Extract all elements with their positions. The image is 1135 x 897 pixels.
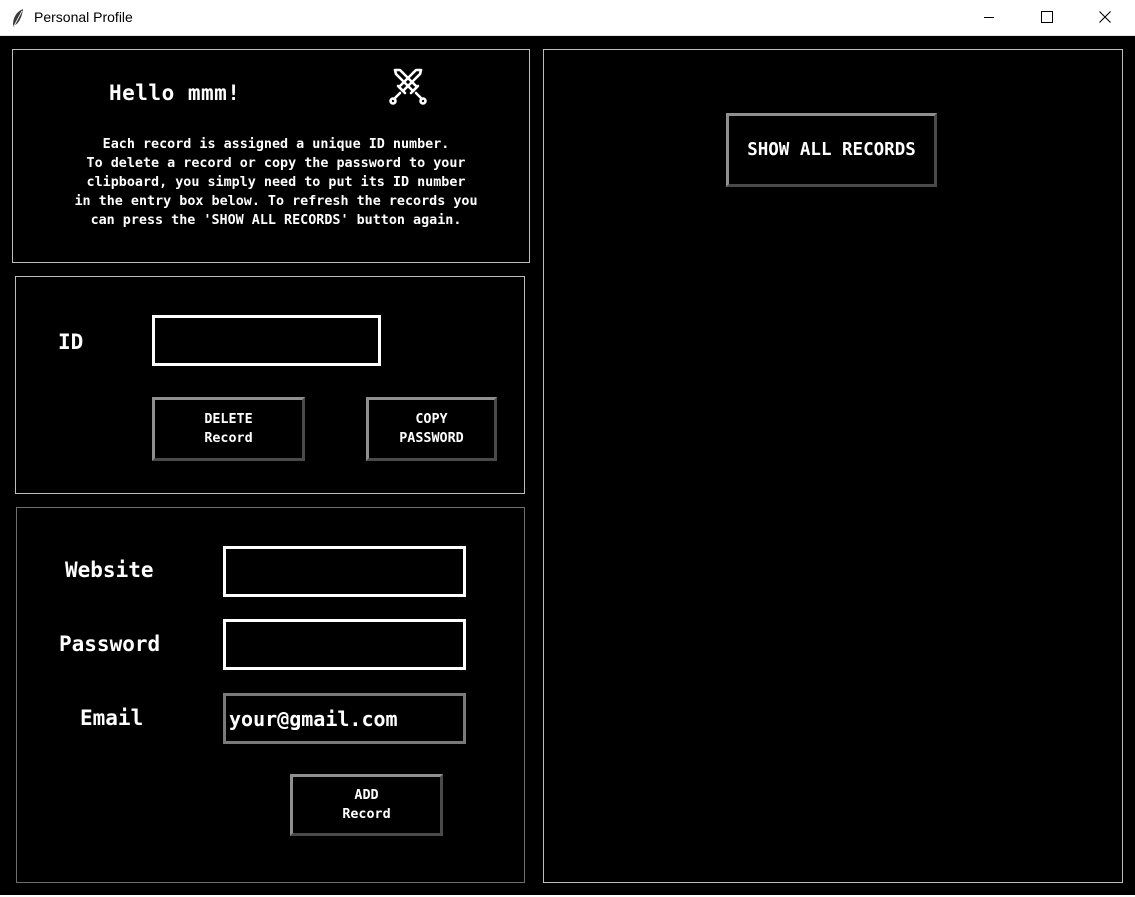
password-input[interactable] xyxy=(223,619,466,670)
minimize-icon xyxy=(984,17,994,18)
feather-icon xyxy=(13,9,23,27)
id-label: ID xyxy=(58,330,84,354)
website-input[interactable] xyxy=(223,546,466,597)
maximize-button[interactable] xyxy=(1024,0,1070,34)
records-panel: SHOW ALL RECORDS xyxy=(543,49,1123,883)
maximize-icon xyxy=(1041,11,1053,23)
id-input[interactable] xyxy=(152,315,381,366)
close-icon xyxy=(1099,11,1111,23)
email-label: Email xyxy=(80,706,144,730)
instructions-text: Each record is assigned a unique ID numb… xyxy=(74,137,478,228)
add-record-button[interactable]: ADD Record xyxy=(290,774,443,836)
copy-password-button[interactable]: COPY PASSWORD xyxy=(366,397,497,461)
add-record-panel: Website Password Email ADD Record xyxy=(16,507,525,883)
records-list xyxy=(554,210,1112,870)
delete-record-button[interactable]: DELETE Record xyxy=(152,397,305,461)
record-actions-panel: ID DELETE Record COPY PASSWORD xyxy=(15,276,525,494)
close-button[interactable] xyxy=(1082,0,1128,34)
crossed-swords-icon xyxy=(389,68,427,105)
password-label: Password xyxy=(59,632,161,656)
main-window: Hello mmm! Each record is assigned a uni… xyxy=(0,36,1135,895)
show-all-records-button[interactable]: SHOW ALL RECORDS xyxy=(726,113,937,187)
email-input[interactable] xyxy=(223,693,466,744)
website-label: Website xyxy=(65,558,154,582)
greeting-text: Hello mmm! xyxy=(109,81,241,105)
title-bar: Personal Profile xyxy=(0,0,1135,36)
minimize-button[interactable] xyxy=(966,0,1012,34)
info-panel: Hello mmm! Each record is assigned a uni… xyxy=(12,49,530,263)
window-title: Personal Profile xyxy=(34,9,133,25)
